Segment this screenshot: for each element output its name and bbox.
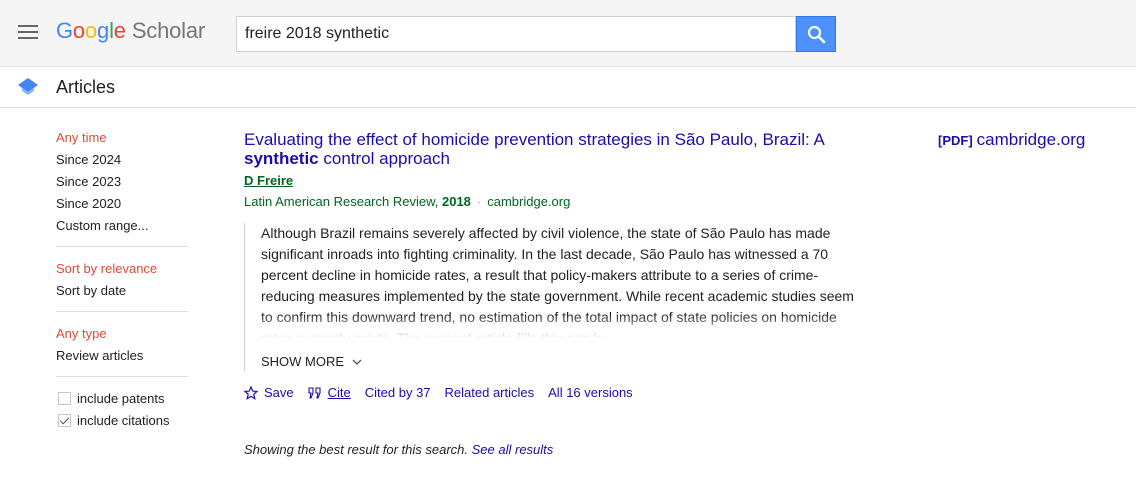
- result-actions: Save Cite Cited by 37 Related articles A…: [244, 385, 864, 400]
- star-icon: [244, 385, 258, 400]
- see-all-results-link[interactable]: See all results: [472, 442, 554, 457]
- logo-letter: o: [84, 18, 98, 43]
- show-more-button[interactable]: SHOW MORE: [261, 354, 861, 371]
- filter-since-2020[interactable]: Since 2020: [56, 196, 188, 218]
- include-citations-checkbox[interactable]: [58, 414, 71, 427]
- venue-source: cambridge.org: [487, 194, 571, 209]
- filter-review-articles[interactable]: Review articles: [56, 348, 188, 370]
- include-patents-label: include patents: [77, 391, 165, 406]
- venue-year: 2018: [441, 194, 471, 209]
- scholar-wordmark: Scholar: [131, 18, 206, 43]
- result-title[interactable]: Evaluating the effect of homicide preven…: [244, 130, 864, 168]
- sort-by-date[interactable]: Sort by date: [56, 283, 188, 305]
- related-articles-link[interactable]: Related articles: [445, 385, 535, 400]
- menu-icon[interactable]: [18, 25, 38, 41]
- abstract-text: Although Brazil remains severely affecte…: [261, 223, 861, 338]
- google-wordmark: Google: [56, 18, 126, 43]
- top-bar: Google Scholar: [0, 0, 1136, 67]
- logo-letter: e: [113, 18, 126, 43]
- include-citations-label: include citations: [77, 413, 170, 428]
- result-venue: Latin American Research Review, 2018 · cam…: [244, 194, 864, 210]
- logo-letter: g: [97, 18, 110, 43]
- venue-name: Latin American Research Review,: [244, 194, 442, 209]
- filter-custom-range[interactable]: Custom range...: [56, 218, 188, 240]
- quote-icon: [308, 386, 321, 399]
- title-highlight[interactable]: synthetic: [244, 149, 319, 168]
- search-result: Evaluating the effect of homicide preven…: [244, 130, 864, 400]
- best-result-text: Showing the best result for this search.: [244, 442, 472, 457]
- show-more-label: SHOW MORE: [261, 354, 345, 369]
- include-patents-checkbox[interactable]: [58, 392, 71, 405]
- divider: [56, 246, 188, 247]
- filter-any-time[interactable]: Any time: [56, 130, 188, 152]
- title-text-end[interactable]: control approach: [319, 149, 450, 168]
- result-abstract: Although Brazil remains severely affecte…: [244, 223, 861, 371]
- cite-button[interactable]: Cite: [308, 385, 351, 400]
- logo-letter: G: [56, 18, 73, 43]
- cited-by-link[interactable]: Cited by 37: [365, 385, 431, 400]
- search-input[interactable]: [237, 17, 777, 51]
- divider: [56, 311, 188, 312]
- search-box[interactable]: [236, 16, 796, 52]
- venue-separator: ·: [476, 194, 482, 209]
- best-result-note: Showing the best result for this search.…: [244, 442, 553, 457]
- pdf-source: cambridge.org: [976, 130, 1086, 149]
- all-versions-link[interactable]: All 16 versions: [548, 385, 633, 400]
- author-link[interactable]: D Freire: [244, 173, 293, 188]
- articles-icon: [18, 78, 38, 95]
- filter-since-2023[interactable]: Since 2023: [56, 174, 188, 196]
- google-scholar-logo[interactable]: Google Scholar: [56, 18, 205, 44]
- divider: [56, 376, 188, 377]
- save-label: Save: [264, 385, 294, 400]
- section-bar: Articles: [0, 67, 1136, 108]
- search-button[interactable]: [796, 16, 836, 52]
- filter-sidebar: Any time Since 2024 Since 2023 Since 202…: [56, 130, 188, 435]
- search-icon: [807, 25, 826, 44]
- include-citations-option[interactable]: include citations: [56, 413, 188, 435]
- sort-by-relevance[interactable]: Sort by relevance: [56, 261, 188, 283]
- logo-letter: o: [72, 18, 85, 43]
- title-text[interactable]: Evaluating the effect of homicide preven…: [244, 130, 824, 149]
- result-authors: D Freire: [244, 173, 864, 189]
- filter-since-2024[interactable]: Since 2024: [56, 152, 188, 174]
- filter-any-type[interactable]: Any type: [56, 326, 188, 348]
- chevron-down-icon: [352, 359, 362, 365]
- pdf-tag: [PDF]: [938, 133, 973, 148]
- include-patents-option[interactable]: include patents: [56, 391, 188, 413]
- cite-label: Cite: [327, 385, 351, 400]
- pdf-link[interactable]: [PDF] cambridge.org: [938, 130, 1085, 150]
- save-button[interactable]: Save: [244, 385, 294, 400]
- section-title: Articles: [56, 77, 116, 97]
